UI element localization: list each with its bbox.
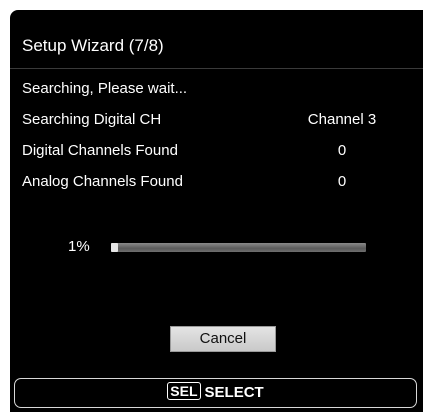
footer-hint-bar: SEL SELECT xyxy=(14,378,417,408)
row-searching-digital: Searching Digital CH Channel 3 xyxy=(22,111,392,131)
setup-wizard-dialog: Setup Wizard (7/8) Searching, Please wai… xyxy=(10,10,423,412)
scan-progress: 1% xyxy=(68,238,378,258)
row-value: Channel 3 xyxy=(307,111,377,128)
row-value: 0 xyxy=(337,173,347,190)
row-digital-found: Digital Channels Found 0 xyxy=(22,142,392,162)
footer-action-label: SELECT xyxy=(204,384,264,401)
status-text: Searching, Please wait... xyxy=(22,80,188,97)
row-analog-found: Analog Channels Found 0 xyxy=(22,173,392,193)
row-label: Digital Channels Found xyxy=(22,142,178,159)
row-label: Analog Channels Found xyxy=(22,173,183,190)
sel-key-icon: SEL xyxy=(167,382,201,400)
row-label: Searching Digital CH xyxy=(22,111,162,128)
cancel-button[interactable]: Cancel xyxy=(170,326,276,352)
progress-percent: 1% xyxy=(68,238,90,255)
progress-fill xyxy=(111,243,118,252)
title-divider xyxy=(10,68,423,69)
row-value: 0 xyxy=(337,142,347,159)
progress-track xyxy=(111,243,366,252)
dialog-title: Setup Wizard (7/8) xyxy=(22,36,164,55)
